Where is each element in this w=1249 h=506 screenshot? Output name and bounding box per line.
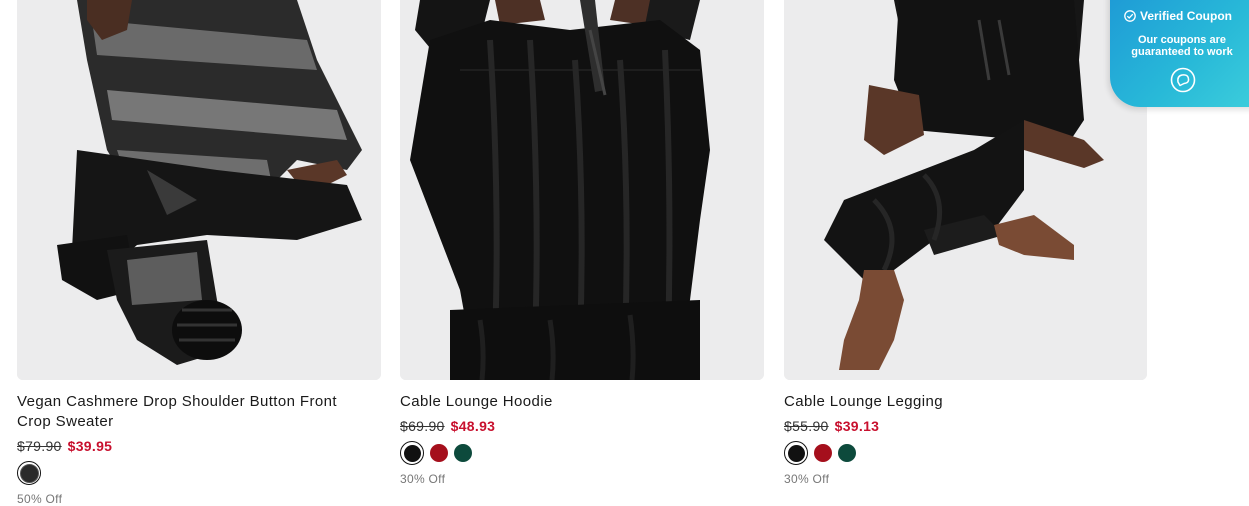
sale-price: $48.93 <box>450 418 496 434</box>
product-image[interactable] <box>400 0 764 380</box>
discount-label: 30% Off <box>400 472 446 486</box>
coupon-subtitle: Our coupons are guaranteed to work <box>1120 34 1244 58</box>
discount-label: 30% Off <box>784 472 830 486</box>
color-swatches <box>400 441 764 465</box>
product-image[interactable] <box>784 0 1147 380</box>
color-swatches <box>784 441 1147 465</box>
sale-price: $39.95 <box>67 438 113 454</box>
original-price: $55.90 <box>784 418 829 434</box>
chat-bubble-icon[interactable] <box>1170 67 1196 93</box>
product-name[interactable]: Cable Lounge Legging <box>784 392 1147 412</box>
product-card[interactable]: Vegan Cashmere Drop Shoulder Button Fron… <box>17 0 381 506</box>
coupon-title: Verified Coupon <box>1124 9 1232 23</box>
product-card[interactable]: Cable Lounge Hoodie $69.90 $48.93 30% Off <box>400 0 764 486</box>
color-swatch-black[interactable] <box>784 441 808 465</box>
color-swatch-black[interactable] <box>400 441 424 465</box>
original-price: $69.90 <box>400 418 445 434</box>
price-row: $69.90 $48.93 <box>400 417 764 435</box>
product-card[interactable]: Cable Lounge Legging $55.90 $39.13 30% Of… <box>784 0 1147 486</box>
coupon-subtitle-line: guaranteed to work <box>1131 46 1233 58</box>
coupon-title-text: Verified Coupon <box>1140 9 1233 23</box>
product-grid: Vegan Cashmere Drop Shoulder Button Fron… <box>0 0 1249 506</box>
product-image[interactable] <box>17 0 381 380</box>
color-swatch-red[interactable] <box>814 444 832 462</box>
coupon-subtitle-line: Our coupons are <box>1137 34 1227 46</box>
color-swatches <box>17 461 381 485</box>
price-row: $55.90 $39.13 <box>784 417 1147 435</box>
color-swatch-black[interactable] <box>17 461 41 485</box>
product-name[interactable]: Cable Lounge Hoodie <box>400 392 764 412</box>
product-name[interactable]: Vegan Cashmere Drop Shoulder Button Fron… <box>17 392 381 432</box>
check-circle-icon <box>1124 10 1136 22</box>
sale-price: $39.13 <box>834 418 880 434</box>
original-price: $79.90 <box>17 438 62 454</box>
discount-label: 50% Off <box>17 492 63 506</box>
color-swatch-red[interactable] <box>430 444 448 462</box>
color-swatch-green[interactable] <box>454 444 472 462</box>
color-swatch-green[interactable] <box>838 444 856 462</box>
price-row: $79.90 $39.95 <box>17 437 381 455</box>
